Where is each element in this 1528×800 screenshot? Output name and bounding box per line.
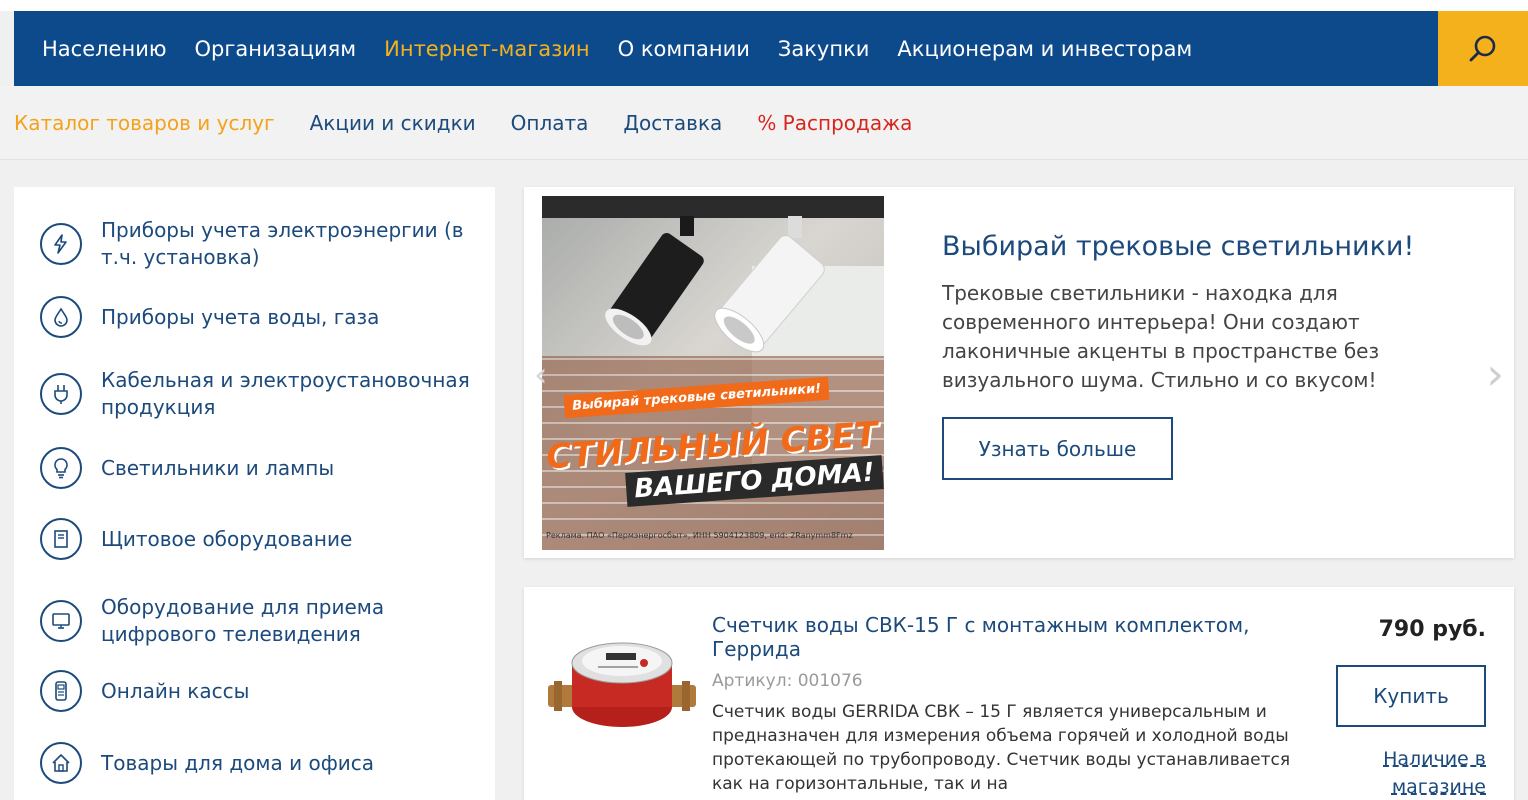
nav-item-online-store[interactable]: Интернет-магазин: [384, 37, 590, 61]
search-icon: [1469, 35, 1496, 61]
category-label: Приборы учета электроэнергии (в т.ч. уст…: [101, 218, 464, 269]
house-icon: [40, 742, 82, 784]
category-electricity-meters[interactable]: Приборы учета электроэнергии (в т.ч. уст…: [40, 217, 481, 271]
bulb-icon: [40, 447, 82, 489]
category-sidebar: Приборы учета электроэнергии (в т.ч. уст…: [14, 187, 495, 800]
subnav-catalog[interactable]: Каталог товаров и услуг: [14, 111, 275, 135]
tv-icon: [40, 600, 82, 642]
search-button[interactable]: [1438, 11, 1528, 86]
category-cable-products[interactable]: Кабельная и электроустановочная продукци…: [40, 367, 481, 421]
nav-item-investors[interactable]: Акционерам и инвесторам: [897, 37, 1192, 61]
subnav-delivery[interactable]: Доставка: [623, 111, 722, 135]
lightning-icon: [40, 223, 82, 265]
category-label: Приборы учета воды, газа: [101, 304, 380, 329]
buy-button[interactable]: Купить: [1336, 665, 1486, 727]
banner-title: Выбирай трековые светильники!: [942, 231, 1415, 262]
subnav-promotions[interactable]: Акции и скидки: [310, 111, 476, 135]
subnav-sale[interactable]: % Распродажа: [757, 111, 912, 135]
nav-item-procurement[interactable]: Закупки: [778, 37, 870, 61]
drop-icon: [40, 296, 82, 338]
category-digital-tv[interactable]: Оборудование для приема цифрового телеви…: [40, 594, 481, 648]
carousel-next-arrow[interactable]: ›: [1486, 349, 1504, 400]
product-description: Счетчик воды GERRIDA СВК – 15 Г является…: [712, 702, 1291, 794]
white-track-lamp: [714, 216, 825, 353]
product-price: 790 руб.: [1378, 617, 1486, 642]
top-strip: [0, 0, 1528, 11]
promo-track-rail: [542, 196, 884, 218]
carousel-prev-arrow[interactable]: ‹: [534, 355, 548, 395]
category-switchboard[interactable]: Щитовое оборудование: [40, 518, 481, 560]
promo-image[interactable]: Выбирай трековые светильники! СТИЛЬНЫЙ С…: [542, 196, 884, 550]
category-label: Кабельная и электроустановочная продукци…: [101, 368, 470, 419]
category-label: Оборудование для приема цифрового телеви…: [101, 595, 385, 646]
promo-fine-print: Реклама. ПАО «Пермэнергосбыт», ИНН 59041…: [546, 531, 853, 540]
learn-more-button[interactable]: Узнать больше: [942, 417, 1173, 480]
plug-icon: [40, 373, 82, 415]
category-label: Онлайн кассы: [101, 678, 250, 703]
banner-description: Трековые светильники - находка для совре…: [942, 281, 1380, 392]
nav-item-organizations[interactable]: Организациям: [195, 37, 357, 61]
product-image[interactable]: [548, 623, 696, 743]
subnav-payment[interactable]: Оплата: [511, 111, 589, 135]
category-label: Светильники и лампы: [101, 455, 335, 480]
category-label: Щитовое оборудование: [101, 526, 353, 551]
product-title[interactable]: Счетчик воды СВК-15 Г с монтажным компле…: [712, 613, 1272, 661]
category-home-office[interactable]: Товары для дома и офиса: [40, 742, 481, 784]
stock-availability-link[interactable]: Наличие в магазине: [1374, 745, 1486, 800]
cash-register-icon: [40, 670, 82, 712]
category-label: Товары для дома и офиса: [101, 750, 375, 775]
category-water-gas-meters[interactable]: Приборы учета воды, газа: [40, 296, 481, 338]
nav-item-about[interactable]: О компании: [618, 37, 750, 61]
promo-banner: Выбирай трековые светильники! СТИЛЬНЫЙ С…: [524, 187, 1514, 558]
nav-item-population[interactable]: Населению: [42, 37, 167, 61]
category-lamps[interactable]: Светильники и лампы: [40, 447, 481, 489]
store-subnavigation: Каталог товаров и услуг Акции и скидки О…: [0, 86, 1528, 160]
product-card: Счетчик воды СВК-15 Г с монтажным компле…: [524, 587, 1514, 800]
category-online-cash-registers[interactable]: Онлайн кассы: [40, 670, 481, 712]
product-sku: Артикул: 001076: [712, 671, 863, 691]
main-navigation: Населению Организациям Интернет-магазин …: [14, 11, 1528, 86]
panel-icon: [40, 518, 82, 560]
